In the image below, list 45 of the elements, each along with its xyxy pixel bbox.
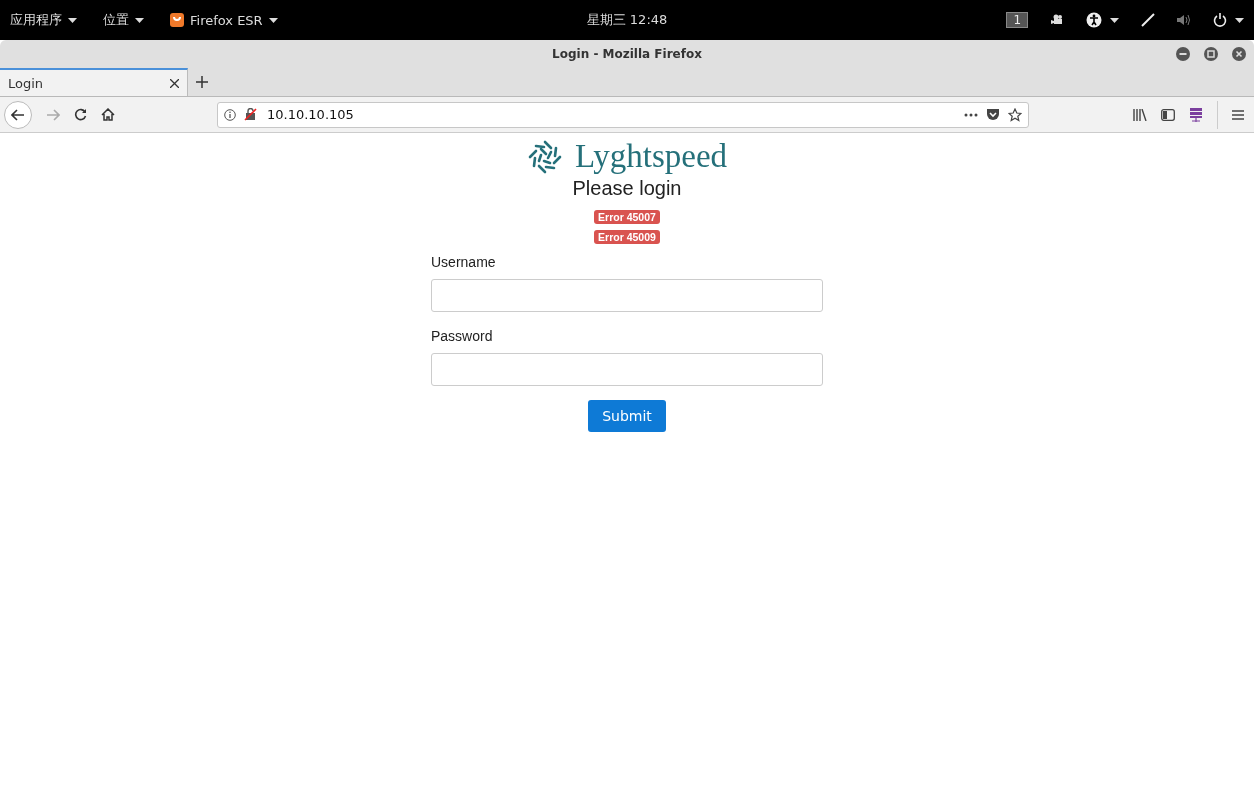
- menu-label[interactable]: 应用程序: [10, 11, 62, 29]
- maximize-icon[interactable]: [1204, 47, 1218, 61]
- field-label: Password: [431, 328, 494, 344]
- window-title: Login - Mozilla Firefox: [552, 47, 702, 61]
- error-badge: Error 45009: [594, 230, 660, 244]
- caret-icon[interactable]: [268, 17, 278, 23]
- volume-icon[interactable]: [1177, 14, 1191, 26]
- logo-text: Lyghtspeed: [574, 138, 728, 175]
- menu-label[interactable]: Firefox ESR: [190, 12, 263, 28]
- star-icon[interactable]: [1008, 107, 1022, 122]
- workspace-indicator[interactable]: 1: [1006, 12, 1028, 28]
- reload-icon[interactable]: [74, 108, 87, 121]
- close-tab-icon[interactable]: [170, 78, 179, 88]
- caret-icon[interactable]: [1235, 17, 1244, 23]
- menu-label[interactable]: 位置: [103, 11, 129, 29]
- logo-icon: [526, 138, 563, 175]
- field-label: Username: [431, 254, 497, 270]
- minimize-icon[interactable]: [1176, 47, 1190, 61]
- library-icon[interactable]: [1133, 108, 1147, 121]
- menu-icon[interactable]: [1232, 109, 1244, 120]
- power-icon[interactable]: [1213, 13, 1227, 27]
- new-tab-icon[interactable]: [196, 76, 208, 88]
- insecure-lock-icon[interactable]: [244, 108, 257, 121]
- accessibility-icon[interactable]: [1086, 12, 1102, 28]
- back-arrow-icon[interactable]: [11, 108, 25, 121]
- pocket-icon[interactable]: [986, 108, 1000, 121]
- clock[interactable]: 星期三 12:48: [586, 12, 668, 27]
- caret-icon[interactable]: [135, 17, 144, 23]
- server-icon[interactable]: [1189, 107, 1203, 122]
- more-icon[interactable]: [964, 112, 978, 117]
- browser-tab[interactable]: Login: [0, 68, 188, 96]
- home-icon[interactable]: [101, 108, 115, 121]
- input-field[interactable]: [431, 279, 823, 312]
- caret-icon[interactable]: [68, 17, 77, 23]
- error-badge: Error 45007: [594, 210, 660, 224]
- submit-button[interactable]: Submit: [588, 400, 666, 432]
- info-icon[interactable]: [224, 108, 236, 121]
- camera-icon[interactable]: [1050, 14, 1064, 26]
- page-heading: Please login: [572, 177, 682, 200]
- caret-icon[interactable]: [1110, 17, 1119, 23]
- input-field[interactable]: [431, 353, 823, 386]
- back-button[interactable]: [4, 100, 32, 129]
- address-bar[interactable]: 10.10.10.105: [217, 101, 1029, 128]
- close-icon[interactable]: [1232, 47, 1246, 61]
- sidebar-icon[interactable]: [1161, 108, 1175, 121]
